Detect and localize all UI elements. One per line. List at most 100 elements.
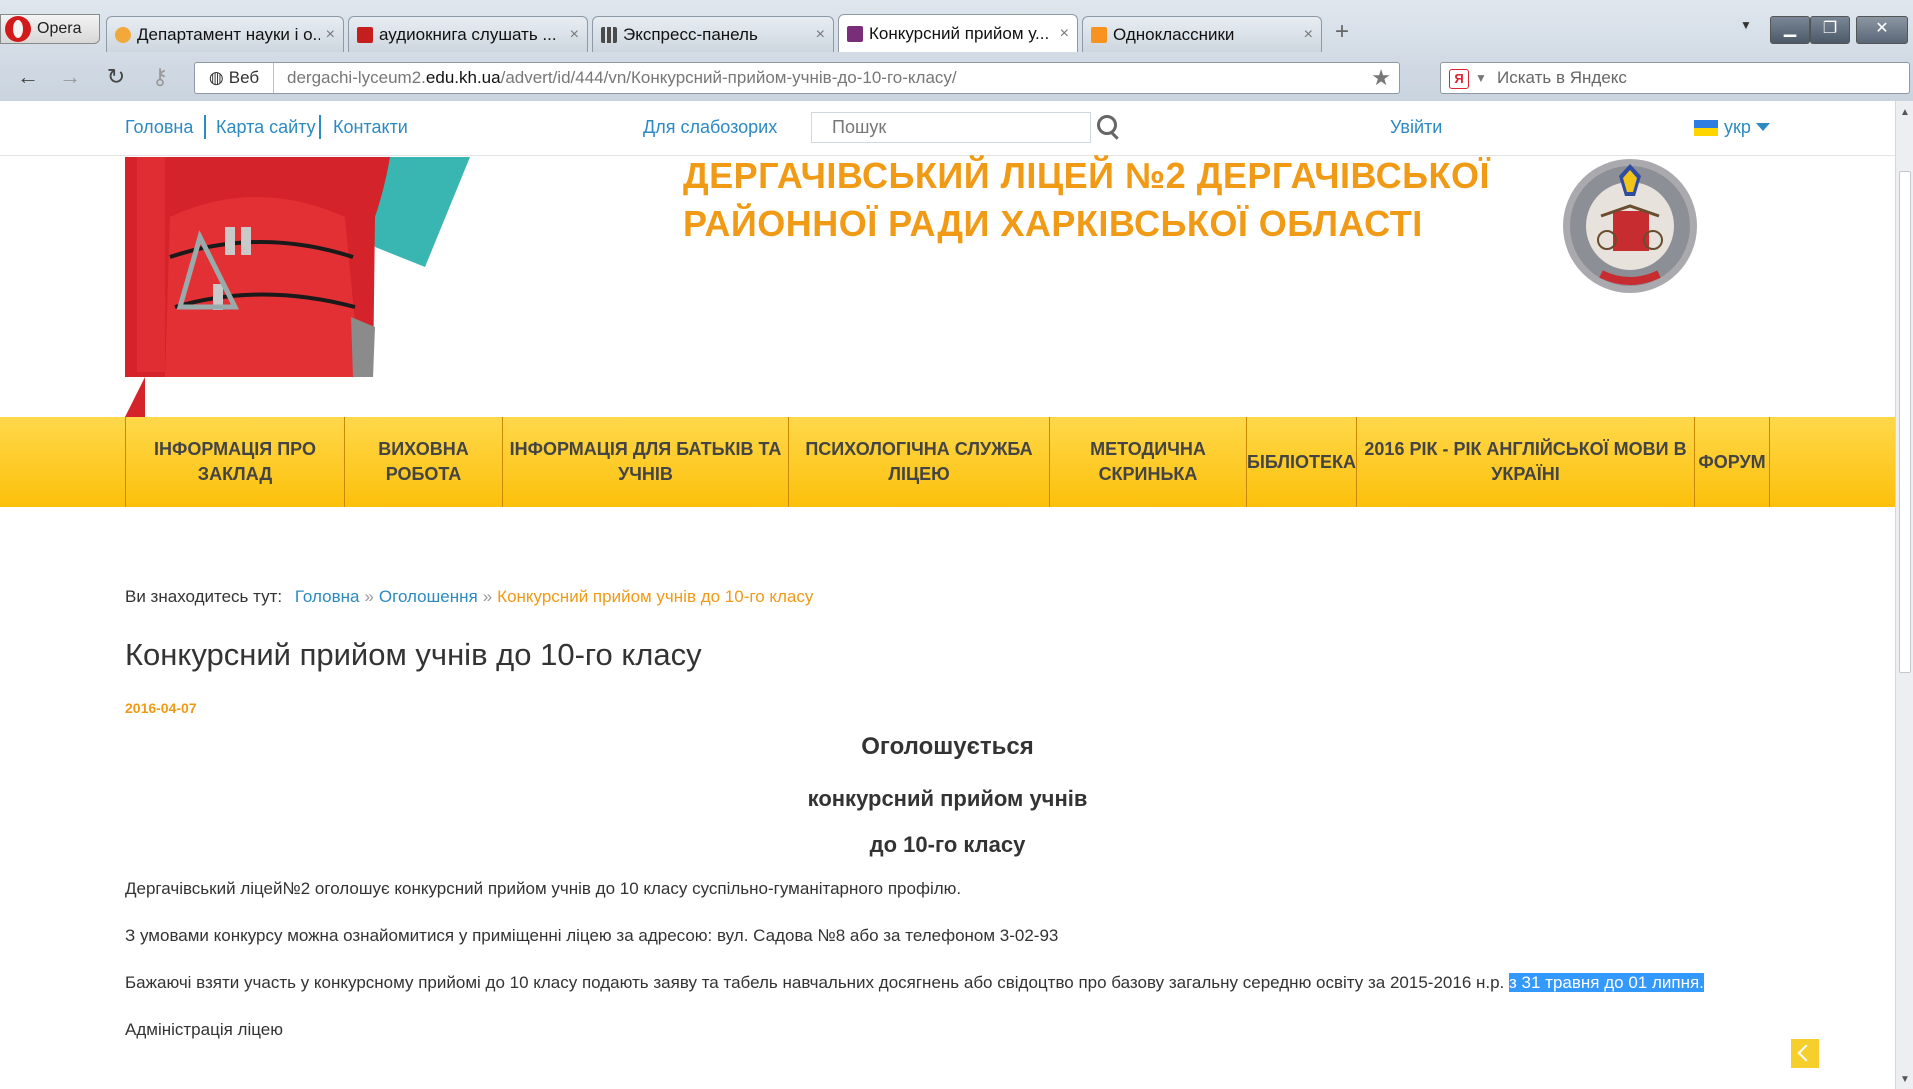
paragraph: Бажаючі взяти участь у конкурсному прийо…	[125, 973, 1704, 993]
restore-icon[interactable]: ❐	[1810, 16, 1850, 44]
breadcrumb-home-link[interactable]: Головна	[295, 587, 360, 606]
menu-item-forum[interactable]: ФОРУМ	[1694, 417, 1770, 507]
new-tab-plus-icon[interactable]: +	[1330, 20, 1354, 44]
back-arrow-icon[interactable]: ←	[14, 64, 42, 90]
web-page: Головна Карта сайту Контакти Для слабозо…	[0, 101, 1896, 1089]
key-icon[interactable]: ⚷	[146, 64, 174, 90]
tab-list-dropdown-icon[interactable]: ▼	[1740, 18, 1752, 32]
address-bar-row: ← → ↻ ⚷ ◍ Веб dergachi-lyceum2.edu.kh.ua…	[0, 56, 1913, 100]
yandex-search-placeholder: Искать в Яндекс	[1497, 68, 1627, 87]
menu-item-psychology[interactable]: ПСИХОЛОГІЧНА СЛУЖБА ЛІЦЕЮ	[788, 417, 1049, 507]
menu-item-label: УКРАЇНІ	[1491, 464, 1560, 484]
tab-close-icon[interactable]: ×	[1304, 26, 1313, 44]
breadcrumb-current: Конкурсний прийом учнів до 10-го класу	[497, 587, 814, 606]
nav-link-home[interactable]: Головна	[125, 117, 193, 138]
vertical-scrollbar[interactable]: ▲ ▼	[1895, 101, 1913, 1089]
breadcrumb: Ви знаходитесь тут: Головна» Оголошення» К…	[125, 587, 813, 607]
globe-icon: ◍	[208, 68, 224, 87]
search-engine-dropdown-icon[interactable]: ▼	[1475, 63, 1487, 93]
tab-title: Одноклассники	[1113, 24, 1235, 44]
announcement-subheading: конкурсний прийом учнів	[807, 786, 1088, 811]
tab-title: Конкурсний прийом у...	[869, 23, 1050, 43]
minimize-icon[interactable]: ▁	[1770, 16, 1810, 44]
reload-icon[interactable]: ↻	[102, 64, 130, 90]
tab-title: Экспресс-панель	[623, 24, 758, 44]
low-vision-link[interactable]: Для слабозорих	[643, 117, 777, 138]
menu-item-label: ІНФОРМАЦІЯ ПРО	[154, 439, 316, 459]
menu-item-label: ІНФОРМАЦІЯ ДЛЯ БАТЬКІВ ТА	[509, 439, 782, 459]
yandex-search-field[interactable]: Я ▼ Искать в Яндекс	[1440, 62, 1910, 94]
menu-item-about[interactable]: ІНФОРМАЦІЯ ПРО ЗАКЛАД	[125, 417, 344, 507]
tab-favicon-icon	[847, 25, 863, 42]
url-prefix: dergachi-lyceum2.	[287, 68, 426, 87]
nav-link-sitemap[interactable]: Карта сайту	[216, 117, 316, 138]
tab-title: аудиокнига слушать ...	[379, 24, 557, 44]
speed-dial-grid-icon	[601, 26, 617, 43]
url-field[interactable]: ◍ Веб dergachi-lyceum2.edu.kh.ua/advert/…	[194, 62, 1400, 94]
tab-favicon-icon	[115, 26, 131, 43]
chevron-down-icon[interactable]	[1756, 123, 1770, 131]
breadcrumb-section-link[interactable]: Оголошення	[379, 587, 478, 606]
menu-item-library[interactable]: БІБЛІОТЕКА	[1246, 417, 1356, 507]
breadcrumb-arrow: »	[482, 587, 493, 606]
chevron-left-icon[interactable]	[1791, 1039, 1819, 1068]
main-menu: ІНФОРМАЦІЯ ПРО ЗАКЛАД ВИХОВНА РОБОТА ІНФОР…	[0, 417, 1896, 507]
menu-item-label: СКРИНЬКА	[1098, 464, 1198, 484]
menu-item-label: БІБЛІОТЕКА	[1246, 451, 1357, 472]
close-window-icon[interactable]: ✕	[1856, 16, 1908, 44]
site-title-line2: РАЙОННОЇ РАДИ ХАРКІВСЬКОЇ ОБЛАСТІ	[683, 203, 1423, 244]
browser-tab[interactable]: Одноклассники ×	[1082, 16, 1322, 52]
lyceum-emblem-logo	[1563, 159, 1697, 293]
menu-item-label: 2016 РІК - РІК АНГЛІЙСЬКОЇ МОВИ В	[1364, 439, 1687, 459]
menu-item-methods[interactable]: МЕТОДИЧНА СКРИНЬКА	[1049, 417, 1246, 507]
menu-item-label: МЕТОДИЧНА	[1090, 439, 1206, 459]
menu-item-label: ПСИХОЛОГІЧНА СЛУЖБА	[805, 439, 1033, 459]
menu-item-english-year[interactable]: 2016 РІК - РІК АНГЛІЙСЬКОЇ МОВИ В УКРАЇНІ	[1356, 417, 1694, 507]
security-badge[interactable]: ◍ Веб	[195, 63, 274, 93]
language-selector[interactable]: укр	[1724, 117, 1751, 138]
tab-close-icon[interactable]: ×	[570, 26, 579, 44]
page-title: Конкурсний прийом учнів до 10-го класу	[125, 637, 702, 672]
paragraph: З умовами конкурсу можна ознайомитися у …	[125, 926, 1059, 945]
search-icon[interactable]	[1097, 115, 1117, 135]
menu-item-upbringing[interactable]: ВИХОВНА РОБОТА	[344, 417, 502, 507]
scroll-up-arrow-icon[interactable]: ▲	[1900, 107, 1910, 118]
site-search-input[interactable]: Пошук	[811, 112, 1091, 143]
site-top-nav: Головна Карта сайту Контакти Для слабозо…	[0, 101, 1896, 156]
address-mode-label: Веб	[228, 68, 260, 87]
browser-tab[interactable]: аудиокнига слушать ... ×	[348, 16, 588, 52]
scroll-down-arrow-icon[interactable]: ▼	[1900, 1074, 1910, 1085]
nav-separator	[319, 115, 321, 139]
login-link[interactable]: Увійти	[1390, 117, 1442, 138]
paragraph-text: Бажаючі взяти участь у конкурсному прийо…	[125, 973, 1505, 992]
site-title-line1: ДЕРГАЧІВСЬКИЙ ЛІЦЕЙ №2 ДЕРГАЧІВСЬКОЇ	[683, 155, 1490, 196]
paragraph: Адміністрація ліцею	[125, 1020, 283, 1039]
browser-tab[interactable]: Экспресс-панель ×	[592, 16, 834, 52]
tab-close-icon[interactable]: ×	[816, 26, 825, 44]
selected-text: з 31 травня до 01 липня.	[1509, 973, 1704, 992]
tab-close-icon[interactable]: ×	[1060, 25, 1069, 43]
bookmark-star-icon[interactable]: ★	[1371, 63, 1391, 93]
tab-favicon-icon	[357, 26, 373, 43]
opera-menu-button[interactable]: Opera	[0, 14, 100, 44]
scrollbar-thumb[interactable]	[1899, 171, 1911, 673]
nav-link-contacts[interactable]: Контакти	[333, 117, 408, 138]
browser-tab-active[interactable]: Конкурсний прийом у... ×	[838, 14, 1078, 52]
menu-item-label: ФОРУМ	[1698, 451, 1766, 472]
tab-title: Департамент науки і о...	[137, 24, 320, 44]
breadcrumb-prefix: Ви знаходитесь тут:	[125, 587, 283, 606]
ukraine-flag-icon	[1694, 120, 1718, 136]
menu-item-label: ЗАКЛАД	[197, 464, 273, 484]
menu-item-label: РОБОТА	[385, 464, 462, 484]
url-path: /advert/id/444/vn/Конкурсний-прийом-учні…	[500, 68, 957, 87]
browser-tab[interactable]: Департамент науки і о... ×	[106, 16, 344, 52]
menu-item-label: ЛІЦЕЮ	[888, 464, 950, 484]
menu-item-parents[interactable]: ІНФОРМАЦІЯ ДЛЯ БАТЬКІВ ТА УЧНІВ	[502, 417, 788, 507]
announcement-subheading: до 10-го класу	[869, 832, 1026, 857]
tab-close-icon[interactable]: ×	[326, 26, 335, 44]
breadcrumb-arrow: »	[364, 587, 374, 606]
forward-arrow-icon[interactable]: →	[56, 64, 84, 90]
url-domain: edu.kh.ua	[425, 68, 501, 87]
announcement-heading: Оголошується	[861, 733, 1034, 760]
opera-menu-label: Opera	[37, 20, 82, 37]
